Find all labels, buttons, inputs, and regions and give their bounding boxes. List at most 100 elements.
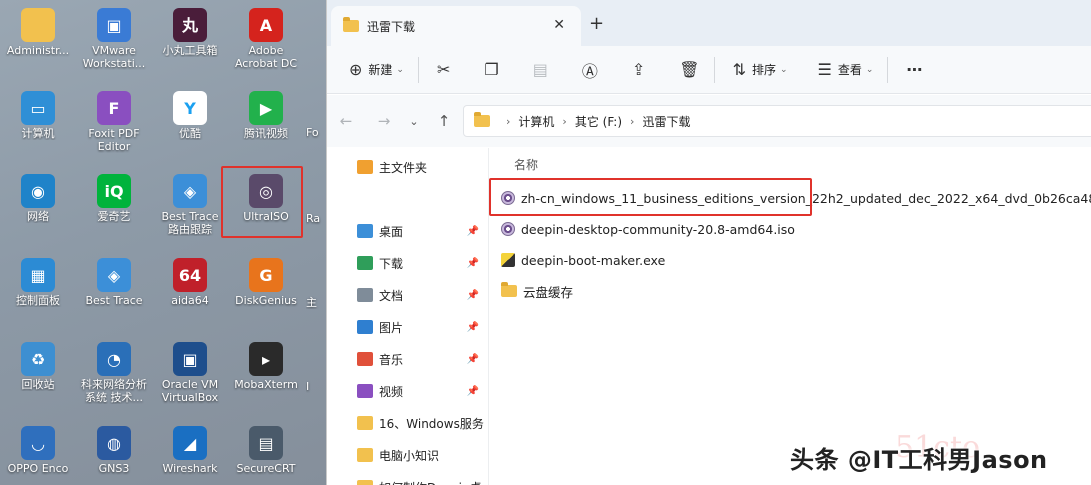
desktop-shortcut-best-trace-route[interactable]: ◈ Best Trace 路由跟踪 [152, 174, 228, 236]
nav-item-label: 音乐 [379, 352, 404, 367]
tab-xunlei-download[interactable]: 迅雷下载 ✕ [331, 6, 581, 46]
pin-icon[interactable]: 📌 [467, 322, 479, 333]
nav-item-music[interactable]: 音乐 📌 [357, 349, 485, 369]
desktop-shortcut-label: Best Trace [85, 294, 143, 307]
administrator-icon [21, 8, 55, 42]
desktop-shortcut-securecrt[interactable]: ▤ SecureCRT [228, 426, 304, 475]
desktop-shortcut-network-analysis[interactable]: ◔ 科来网络分析 系统 技术... [76, 342, 152, 404]
desktop-shortcut-oppo-enco[interactable]: ◡ OPPO Enco [0, 426, 76, 475]
nav-item-downloads[interactable]: 下载 📌 [357, 253, 485, 273]
recent-chevron-icon[interactable]: ⌄ [399, 115, 429, 128]
view-label: 查看 [837, 63, 862, 77]
nav-item-pc-knowledge[interactable]: 电脑小知识 [357, 445, 485, 465]
breadcrumb-separator-icon: › [630, 114, 635, 128]
folder-icon [343, 17, 359, 32]
delete-button[interactable]: 🗑 [671, 54, 707, 86]
nav-item-label: 16、Windows服务 [379, 416, 484, 431]
desktop-shortcut-vmware[interactable]: ▣ VMware Workstati... [76, 8, 152, 70]
nav-item-label: 视频 [379, 384, 404, 399]
more-icon: ⋯ [906, 60, 923, 79]
pin-icon[interactable]: 📌 [467, 386, 479, 397]
pin-icon[interactable]: 📌 [467, 354, 479, 365]
pin-icon[interactable]: 📌 [467, 258, 479, 269]
desktop-shortcut-adobe-acrobat[interactable]: A Adobe Acrobat DC [228, 8, 304, 70]
xiaowan-icon: 丸 [173, 8, 207, 42]
more-options-button[interactable]: ⋯ [898, 54, 930, 86]
address-bar[interactable]: › 计算机 › 其它 (F:) › 迅雷下载 [463, 105, 1091, 137]
copy-button[interactable]: ❐ [476, 54, 506, 86]
wireshark-icon: ◢ [173, 426, 207, 460]
column-header-name[interactable]: 名称 [514, 156, 538, 173]
desktop-shortcut-label: Wireshark [162, 462, 218, 475]
pin-icon[interactable]: 📌 [467, 290, 479, 301]
nav-item-windows-service[interactable]: 16、Windows服务 [357, 413, 485, 433]
securecrt-icon: ▤ [249, 426, 283, 460]
close-tab-icon[interactable]: ✕ [553, 17, 565, 33]
nav-item-videos[interactable]: 视频 📌 [357, 381, 485, 401]
file-row-deepin-exe[interactable]: deepin-boot-maker.exe [501, 248, 665, 272]
nav-item-desktop[interactable]: 桌面 📌 [357, 221, 485, 241]
computer-icon: ▭ [21, 91, 55, 125]
foxit-pdf-icon: F [97, 91, 131, 125]
ultraiso-highlight [221, 166, 303, 238]
desktop-shortcut-best-trace[interactable]: ◈ Best Trace [76, 258, 152, 307]
pin-icon[interactable]: 📌 [467, 226, 479, 237]
sort-button[interactable]: ⇅ 排序 ⌄ [725, 54, 796, 86]
view-button[interactable]: ☰ 查看 ⌄ [810, 54, 882, 86]
disc-image-icon [501, 222, 515, 236]
plus-circle-icon: ⊕ [349, 60, 363, 79]
music-icon [357, 352, 373, 366]
breadcrumb-xunlei-download[interactable]: 迅雷下载 [642, 113, 690, 130]
breadcrumb-drive-f[interactable]: 其它 (F:) [575, 113, 622, 130]
chevron-down-icon: ⌄ [396, 64, 404, 75]
desktop-shortcut-label: 小丸工具箱 [162, 44, 218, 57]
desktop-shortcut-recycle-bin[interactable]: ♻ 回收站 [0, 342, 76, 391]
desktop-shortcut-gns3[interactable]: ◍ GNS3 [76, 426, 152, 475]
desktop-shortcut-tencent-video[interactable]: ▶ 腾讯视频 [228, 91, 304, 140]
best-trace-icon: ◈ [97, 258, 131, 292]
nav-item-home[interactable]: 主文件夹 [357, 157, 485, 177]
desktop-shortcut-label: MobaXterm [234, 378, 298, 391]
rename-button[interactable]: Ⓐ [574, 54, 606, 86]
file-row-cloud-cache[interactable]: 云盘缓存 [501, 279, 573, 303]
desktop-shortcut-xiaowan[interactable]: 丸小丸工具箱 [152, 8, 228, 57]
gns3-icon: ◍ [97, 426, 131, 460]
back-arrow-icon[interactable]: ← [331, 112, 361, 130]
desktop-shortcut-foxit-pdf[interactable]: F Foxit PDF Editor [76, 91, 152, 153]
nav-item-deepin[interactable]: 如何制作Deepin桌... [357, 477, 485, 485]
new-tab-button[interactable]: + [589, 13, 604, 34]
desktop-shortcut-wireshark[interactable]: ◢ Wireshark [152, 426, 228, 475]
nav-item-documents[interactable]: 文档 📌 [357, 285, 485, 305]
rename-icon: Ⓐ [581, 61, 598, 81]
desktop-shortcut-label: 爱奇艺 [97, 210, 131, 223]
desktop-shortcut-label: VMware Workstati... [82, 44, 146, 70]
best-trace-route-icon: ◈ [173, 174, 207, 208]
cut-button[interactable]: ✂ [429, 54, 458, 86]
adobe-acrobat-icon: A [249, 8, 283, 42]
desktop-shortcut-label: aida64 [171, 294, 209, 307]
new-button[interactable]: ⊕ 新建 ⌄ [341, 54, 412, 86]
pc-knowledge-icon [357, 448, 373, 462]
desktop-shortcut-iqiyi[interactable]: iQ 爱奇艺 [76, 174, 152, 223]
executable-icon [501, 253, 515, 267]
desktop-shortcut-virtualbox[interactable]: ▣ Oracle VM VirtualBox [152, 342, 228, 404]
file-row-deepin-iso[interactable]: deepin-desktop-community-20.8-amd64.iso [501, 217, 795, 241]
desktop-shortcut-control-panel[interactable]: ▦ 控制面板 [0, 258, 76, 307]
forward-arrow-icon[interactable]: → [369, 112, 399, 130]
desktop-shortcut-diskgenius[interactable]: G DiskGenius [228, 258, 304, 307]
desktop-shortcut-label: 优酷 [179, 127, 201, 140]
nav-item-pictures[interactable]: 图片 📌 [357, 317, 485, 337]
tencent-video-icon: ▶ [249, 91, 283, 125]
desktop-shortcut-aida64[interactable]: 64 aida64 [152, 258, 228, 307]
up-arrow-icon[interactable]: ↑ [429, 112, 459, 130]
desktop-shortcut-administrator[interactable]: Administr... [0, 8, 76, 57]
share-button[interactable]: ⇪ [624, 54, 653, 86]
desktop-shortcut-computer[interactable]: ▭ 计算机 [0, 91, 76, 140]
desktop-shortcut-mobaxterm[interactable]: ▸ MobaXterm [228, 342, 304, 391]
breadcrumb-computer[interactable]: 计算机 [518, 113, 554, 130]
paste-button[interactable]: ▤ [525, 54, 556, 86]
desktop-shortcut-label: 计算机 [21, 127, 55, 140]
desktop-shortcut-network[interactable]: ◉ 网络 [0, 174, 76, 223]
youku-icon: Y [173, 91, 207, 125]
desktop-shortcut-youku[interactable]: Y 优酷 [152, 91, 228, 140]
